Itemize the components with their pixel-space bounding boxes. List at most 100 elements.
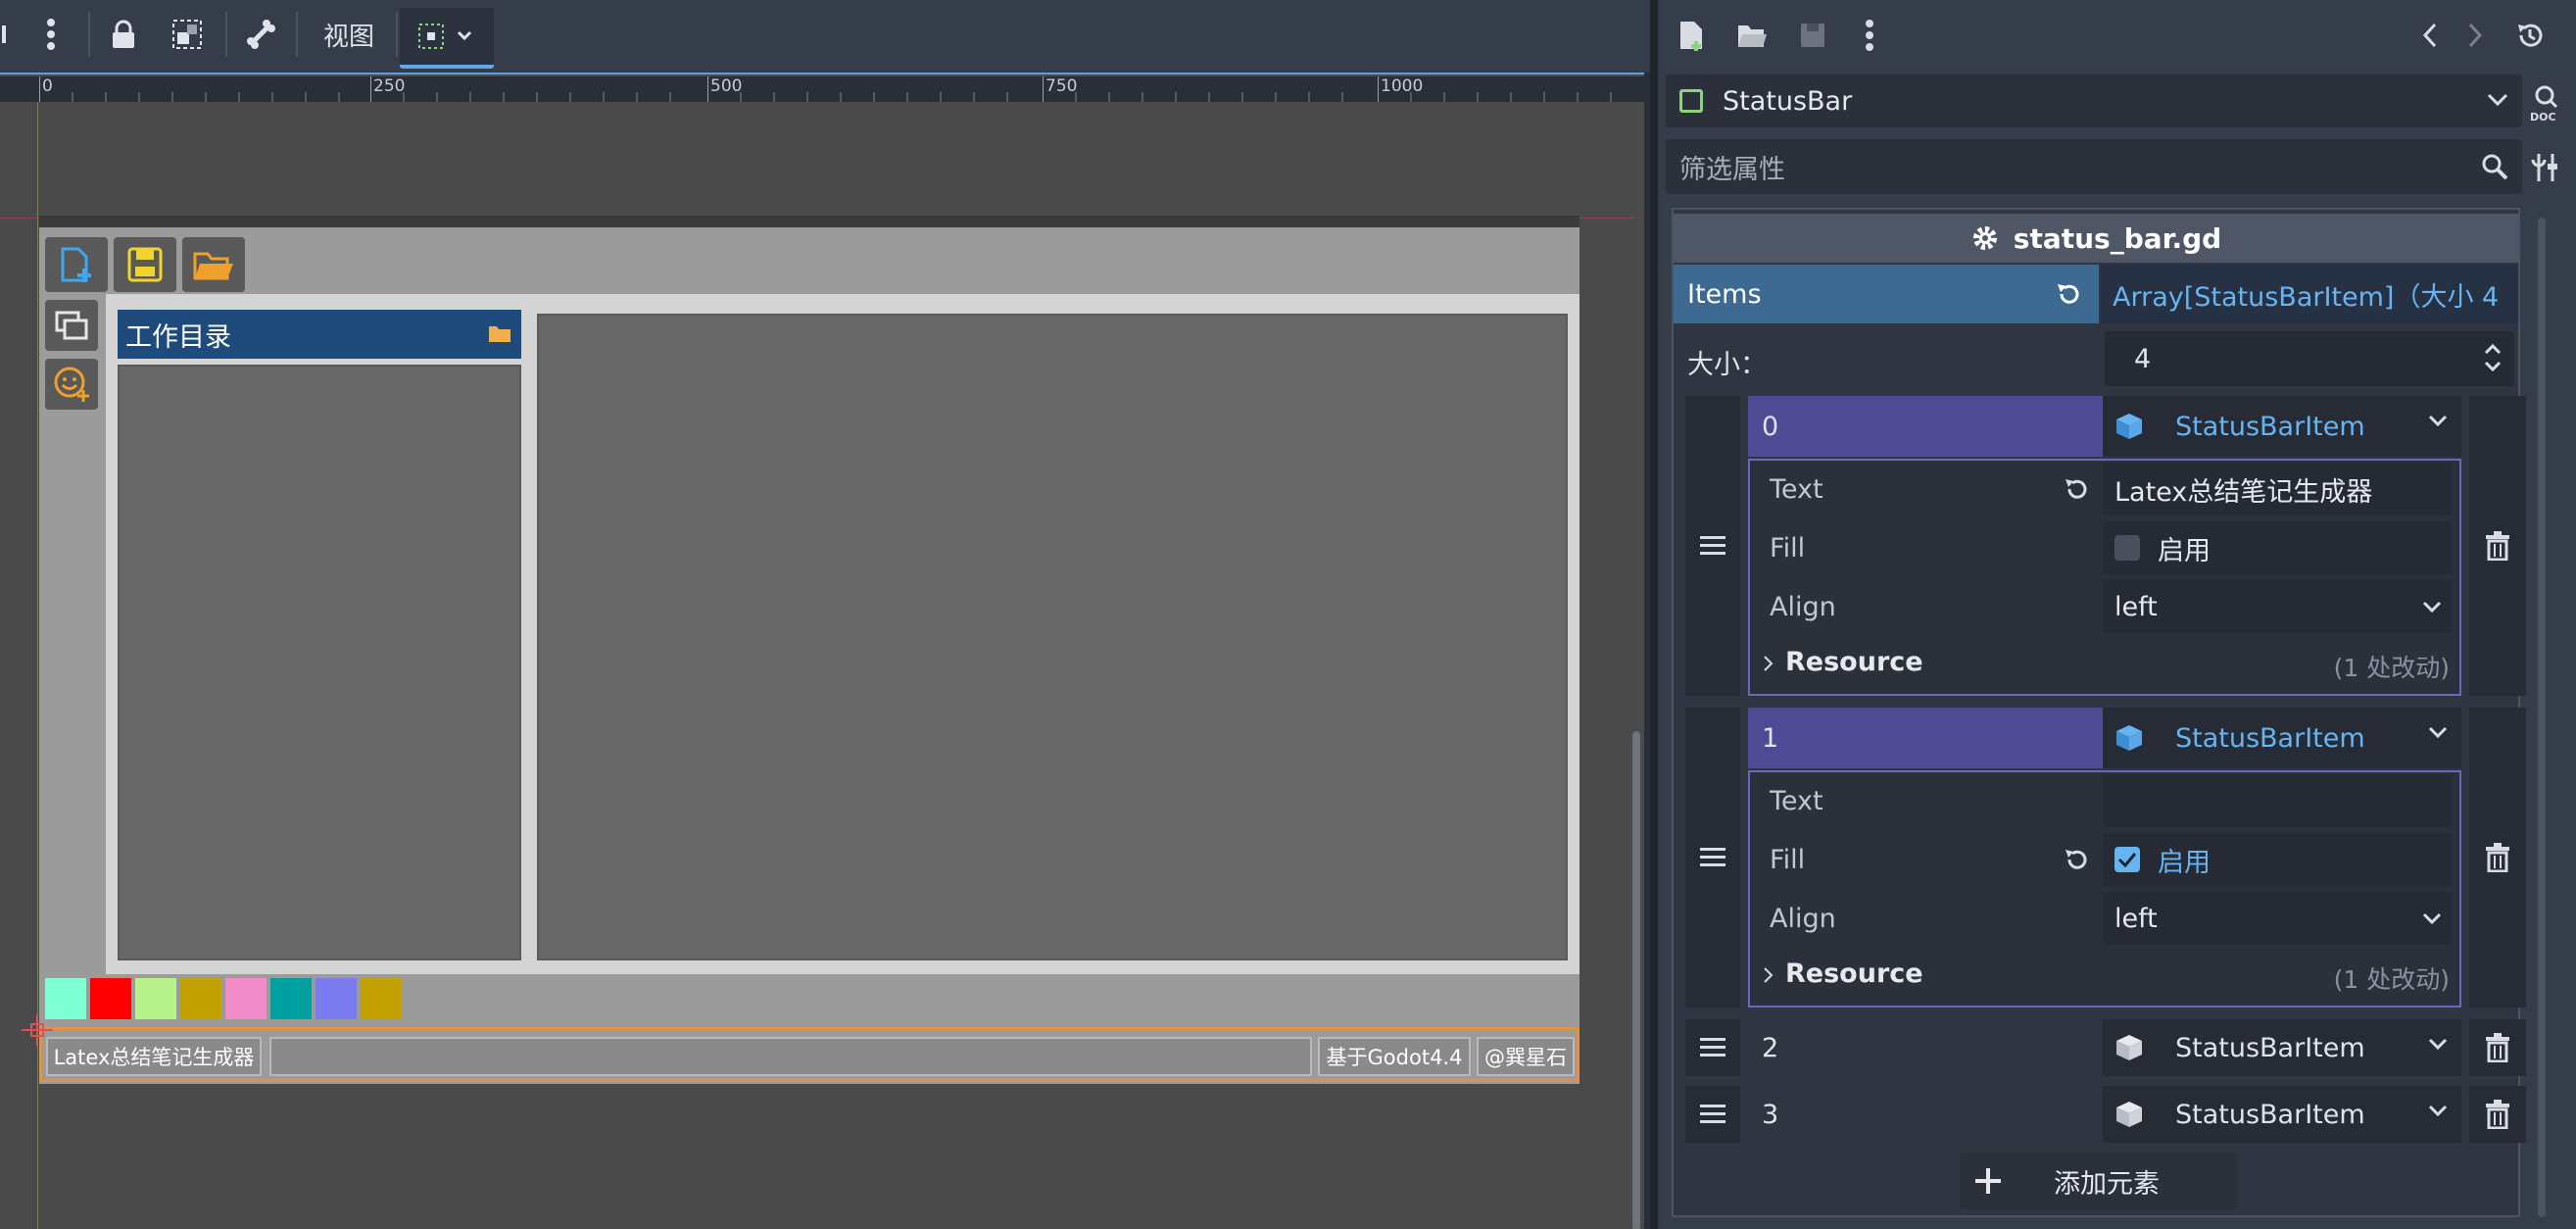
chevron-down-icon[interactable] <box>2428 1037 2448 1051</box>
status-bar-node[interactable]: Latex总结笔记生成器 基于Godot4.4 @巽星石 <box>39 1027 1580 1082</box>
viewport-vertical-scrollbar[interactable] <box>1632 731 1640 1229</box>
color-swatch[interactable] <box>180 978 221 1019</box>
object-history-icon[interactable] <box>2510 18 2550 53</box>
delete-element-3-button[interactable] <box>2469 1086 2526 1143</box>
fill-property-label: Fill <box>1770 533 1806 564</box>
element-0-resource-section[interactable]: Resource (1 处改动) <box>1750 639 2459 686</box>
spin-arrows-icon[interactable] <box>2483 341 2503 374</box>
emoji-add-icon <box>54 367 89 402</box>
origin-crosshair-icon <box>22 1014 53 1046</box>
save-resource-icon[interactable] <box>1795 18 1830 53</box>
drag-handle-icon[interactable] <box>1685 396 1740 696</box>
script-category-header[interactable]: status_bar.gd <box>1674 214 2518 263</box>
new-resource-icon[interactable] <box>1674 18 1709 53</box>
toolbar-cut-icon[interactable] <box>0 10 10 59</box>
folder-icon[interactable] <box>488 323 511 343</box>
element-0-type-picker[interactable]: StatusBarItem <box>2103 396 2461 457</box>
inspector-tools-icon[interactable] <box>2524 143 2567 192</box>
add-element-button[interactable]: 添加元素 <box>1960 1153 2238 1209</box>
element-2-type-picker[interactable]: StatusBarItem <box>2103 1019 2461 1076</box>
delete-element-1-button[interactable] <box>2469 708 2526 1008</box>
element-3-index[interactable]: 3 <box>1748 1084 2103 1145</box>
element-0-text-input[interactable]: Latex总结笔记生成器 <box>2103 463 2452 516</box>
more-options-icon[interactable] <box>29 10 73 59</box>
viewport-toolbar: 视图 <box>0 0 1650 73</box>
element-0-align-dropdown[interactable]: left <box>2103 580 2452 633</box>
chevron-down-icon[interactable] <box>2428 414 2448 427</box>
array-size-spinbox[interactable]: 4 <box>2105 331 2514 386</box>
emoji-add-button[interactable] <box>45 359 98 410</box>
chevron-down-icon[interactable] <box>2428 725 2448 739</box>
directory-tree[interactable] <box>118 365 521 960</box>
working-directory-panel: 工作目录 <box>118 310 521 960</box>
color-swatch[interactable] <box>135 978 176 1019</box>
element-1-resource-section[interactable]: Resource (1 处改动) <box>1750 951 2459 998</box>
editor-viewport-area: 视图 0 250 500 750 1000 工作目录 Latex总结笔记生成器 … <box>0 0 1650 1229</box>
element-3-type-picker[interactable]: StatusBarItem <box>2103 1086 2461 1143</box>
element-1-index[interactable]: 1 <box>1748 708 2103 768</box>
element-0-properties: Text Latex总结笔记生成器 Fill 启用 Align left Res… <box>1748 459 2461 696</box>
color-swatch[interactable] <box>316 978 357 1019</box>
gear-icon <box>1972 226 1997 250</box>
scene-root-control[interactable]: 工作目录 Latex总结笔记生成器 基于Godot4.4 @巽星石 <box>39 216 1580 1084</box>
color-swatch[interactable] <box>361 978 402 1019</box>
element-1-align-row: Align left <box>1750 890 2459 947</box>
element-2-index[interactable]: 2 <box>1748 1017 2103 1078</box>
element-0-fill-checkbox[interactable]: 启用 <box>2103 521 2452 574</box>
delete-element-0-button[interactable] <box>2469 396 2526 696</box>
color-swatch[interactable] <box>90 978 131 1019</box>
color-swatch[interactable] <box>225 978 267 1019</box>
drag-handle-icon[interactable] <box>1685 1086 1740 1143</box>
resource-cube-icon <box>2116 725 2142 751</box>
drag-handle-icon[interactable] <box>1685 1019 1740 1076</box>
history-back-icon[interactable] <box>2412 18 2448 53</box>
inspector-scrollbar[interactable] <box>2538 218 2546 1217</box>
items-property-label: Items <box>1674 265 2099 323</box>
open-folder-button[interactable] <box>182 237 245 292</box>
new-file-button[interactable] <box>45 237 108 292</box>
main-content-area[interactable] <box>537 314 1568 960</box>
revert-icon[interactable] <box>2056 280 2083 308</box>
save-file-button[interactable] <box>114 237 176 292</box>
history-forward-icon[interactable] <box>2457 18 2493 53</box>
resource-change-count: (1 处改动) <box>2333 965 2450 994</box>
element-0-type-name: StatusBarItem <box>2175 411 2365 442</box>
resource-section-label: Resource <box>1785 647 1923 677</box>
lock-icon[interactable] <box>102 10 145 59</box>
view-menu-label: 视图 <box>322 22 374 52</box>
toolbar-separator <box>88 12 90 57</box>
dock-splitter[interactable] <box>1650 0 1658 1229</box>
chevron-down-icon[interactable] <box>2428 1104 2448 1117</box>
node-selector-dropdown[interactable]: StatusBar <box>1666 74 2522 127</box>
open-documentation-icon[interactable]: DOC <box>2520 78 2569 127</box>
element-1-text-input[interactable] <box>2103 774 2452 827</box>
element-1-align-dropdown[interactable]: left <box>2103 892 2452 945</box>
trash-icon <box>2486 1100 2509 1129</box>
snap-options-button[interactable] <box>400 8 494 69</box>
element-1-type-picker[interactable]: StatusBarItem <box>2103 708 2461 768</box>
color-swatch[interactable] <box>270 978 312 1019</box>
drag-handle-icon[interactable] <box>1685 708 1740 1008</box>
delete-element-2-button[interactable] <box>2469 1019 2526 1076</box>
element-0-index[interactable]: 0 <box>1748 396 2103 457</box>
element-1-fill-checkbox[interactable]: 启用 <box>2103 833 2452 886</box>
resource-change-count: (1 处改动) <box>2333 654 2450 682</box>
resource-cube-icon <box>2116 1102 2142 1127</box>
items-array-editor[interactable]: Array[StatusBarItem]（大小 4 <box>2101 265 2518 323</box>
control-node-icon <box>1679 89 1703 113</box>
group-icon[interactable] <box>163 10 212 59</box>
revert-icon[interactable] <box>2064 476 2089 502</box>
view-menu-button[interactable]: 视图 <box>310 10 388 59</box>
color-swatch[interactable] <box>45 978 86 1019</box>
vertical-origin-guide <box>37 102 38 1229</box>
chevron-right-icon <box>1762 655 1774 672</box>
filter-properties-input[interactable]: 筛选属性 <box>1666 139 2522 194</box>
array-size-label: 大小： <box>1687 350 1767 380</box>
window-toggle-button[interactable] <box>45 300 98 351</box>
revert-icon[interactable] <box>2064 847 2089 872</box>
load-resource-icon[interactable] <box>1732 18 1772 53</box>
status-bar-item-1 <box>269 1037 1312 1076</box>
bone-icon[interactable] <box>239 10 282 59</box>
horizontal-ruler: 0 250 500 750 1000 <box>0 76 1650 102</box>
more-options-icon[interactable] <box>1852 18 1887 53</box>
